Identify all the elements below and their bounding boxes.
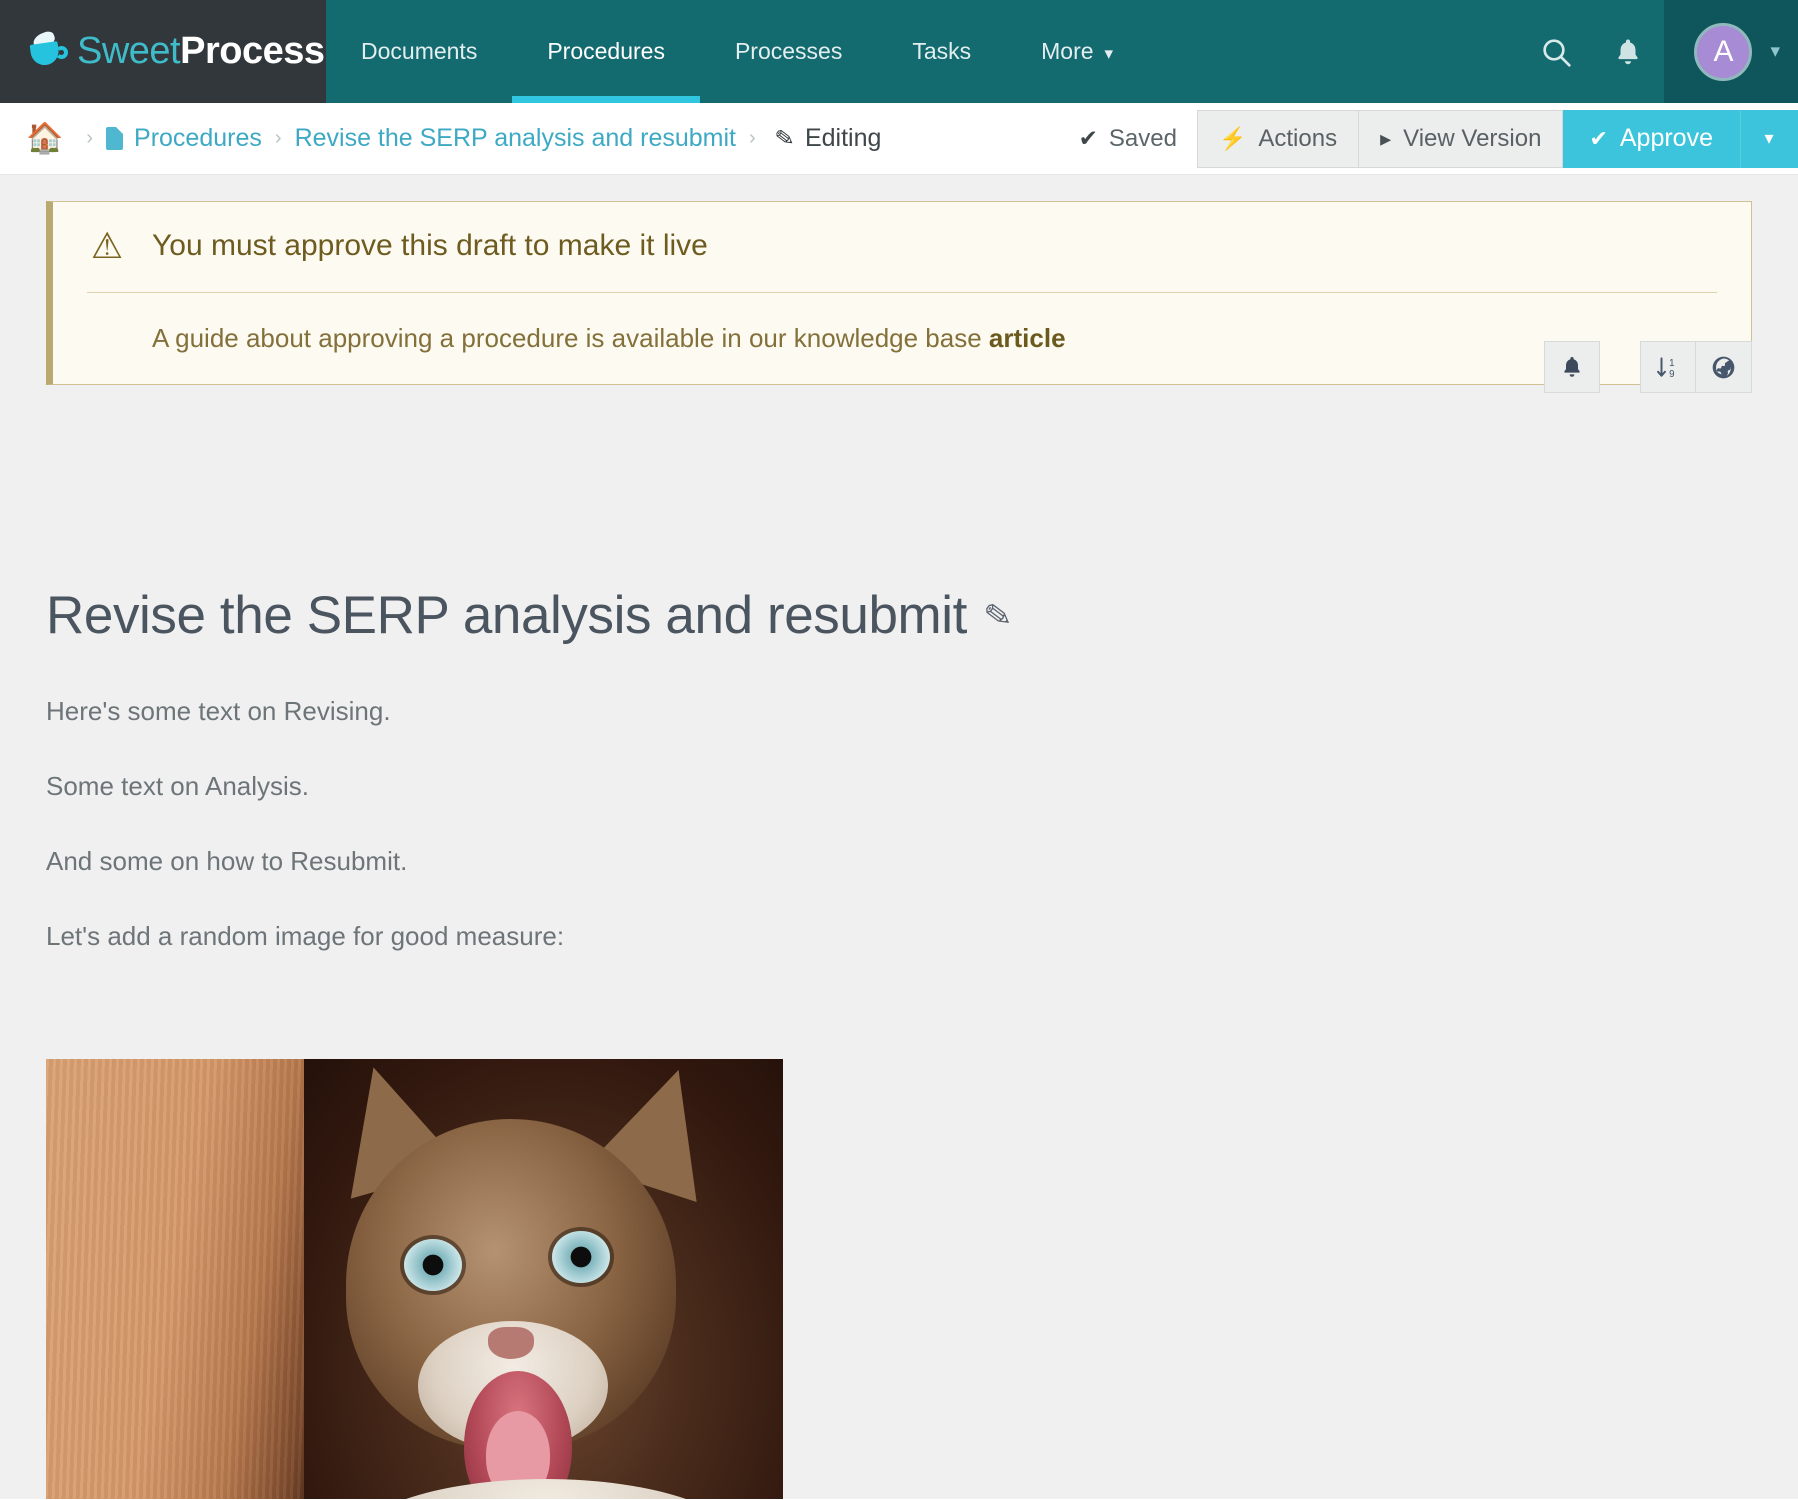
- page-body: ⚠ You must approve this draft to make it…: [0, 175, 1798, 1499]
- paragraph: Here's some text on Revising.: [46, 696, 391, 726]
- pencil-icon[interactable]: ✎: [981, 594, 1014, 636]
- chevron-down-icon: ▾: [1104, 43, 1114, 63]
- home-icon[interactable]: 🏠: [16, 123, 73, 154]
- approve-draft-alert: ⚠ You must approve this draft to make it…: [46, 201, 1752, 385]
- view-version-label: View Version: [1403, 124, 1542, 152]
- paragraph: Let's add a random image for good measur…: [46, 921, 565, 951]
- follow-bell-button[interactable]: [1544, 341, 1600, 393]
- kitten-photo: Thinkstock: [46, 1059, 783, 1499]
- nav-label: Tasks: [912, 38, 972, 64]
- document-action-bar: ✔ Saved ⚡ Actions ▸ View Version ✔ Appro…: [1059, 103, 1798, 174]
- warning-triangle-icon: ⚠: [90, 225, 124, 266]
- sort-numeric-icon[interactable]: 1 9: [1640, 341, 1696, 393]
- pencil-icon: ✎: [772, 123, 796, 153]
- page-title-text: Revise the SERP analysis and resubmit: [46, 586, 968, 645]
- globe-icon[interactable]: [1696, 341, 1752, 393]
- breadcrumb-procedures-label: Procedures: [134, 124, 262, 152]
- caret-down-icon: ▾: [1764, 128, 1774, 148]
- lightning-bolt-icon: ⚡: [1218, 125, 1247, 151]
- paragraph: And some on how to Resubmit.: [46, 846, 408, 876]
- nav-item-more[interactable]: More ▾: [1006, 0, 1148, 103]
- alert-title: You must approve this draft to make it l…: [152, 229, 708, 262]
- brand-logo-link[interactable]: SweetProcess: [0, 0, 326, 103]
- breadcrumb-separator: ›: [274, 127, 282, 149]
- breadcrumb-separator: ›: [86, 127, 94, 149]
- brand-name-sweet: Sweet: [77, 30, 181, 72]
- actions-label: Actions: [1258, 124, 1338, 152]
- page-title: Revise the SERP analysis and resubmit ✎: [46, 585, 1798, 646]
- nav-item-tasks[interactable]: Tasks: [877, 0, 1006, 103]
- alert-body: A guide about approving a procedure is a…: [87, 293, 1717, 354]
- breadcrumb-document[interactable]: Revise the SERP analysis and resubmit: [295, 124, 736, 153]
- document-icon: [106, 127, 124, 150]
- editing-label: Editing: [804, 124, 882, 152]
- nav-item-processes[interactable]: Processes: [700, 0, 877, 103]
- nav-item-documents[interactable]: Documents: [326, 0, 512, 103]
- check-icon: ✔: [1589, 125, 1608, 151]
- search-icon[interactable]: [1520, 36, 1592, 68]
- top-navbar: SweetProcess Documents Procedures Proces…: [0, 0, 1798, 103]
- knowledge-base-article-link[interactable]: article: [989, 323, 1066, 353]
- view-version-button[interactable]: ▸ View Version: [1359, 109, 1564, 168]
- actions-button[interactable]: ⚡ Actions: [1196, 109, 1360, 168]
- check-icon: ✔: [1078, 125, 1098, 151]
- user-menu[interactable]: A ▾: [1664, 0, 1798, 103]
- alert-header: ⚠ You must approve this draft to make it…: [87, 228, 1717, 293]
- breadcrumb-procedures[interactable]: Procedures: [106, 124, 262, 153]
- brand-wordmark: SweetProcess: [77, 30, 325, 73]
- approve-button[interactable]: ✔ Approve: [1563, 109, 1740, 168]
- chevron-down-icon: ▾: [1770, 41, 1780, 62]
- breadcrumb-separator: ›: [748, 127, 756, 149]
- editing-status: ✎ Editing: [772, 123, 882, 153]
- nav-label: More: [1041, 38, 1094, 64]
- coffee-cup-icon: [25, 29, 71, 75]
- nav-item-procedures[interactable]: Procedures: [512, 0, 700, 103]
- nav-label: Processes: [734, 38, 843, 64]
- alert-body-text: A guide about approving a procedure is a…: [152, 323, 989, 353]
- document-tool-icons: 1 9: [1544, 341, 1752, 393]
- avatar: A: [1694, 22, 1753, 81]
- approve-dropdown-toggle[interactable]: ▾: [1740, 109, 1798, 168]
- nav-right-group: A ▾: [1520, 0, 1798, 103]
- paragraph: Some text on Analysis.: [46, 771, 310, 801]
- saved-status: ✔ Saved: [1059, 103, 1197, 174]
- play-triangle-icon: ▸: [1380, 125, 1392, 151]
- svg-text:9: 9: [1669, 369, 1674, 380]
- primary-nav: Documents Procedures Processes Tasks Mor…: [326, 0, 1798, 103]
- action-button-group: ⚡ Actions ▸ View Version ✔ Approve ▾: [1196, 109, 1798, 168]
- view-mode-group: 1 9: [1640, 341, 1752, 393]
- nav-label: Procedures: [547, 38, 665, 64]
- brand-name-process: Process: [180, 30, 325, 72]
- bell-icon[interactable]: [1592, 36, 1664, 68]
- saved-label: Saved: [1108, 124, 1177, 152]
- approve-label: Approve: [1619, 124, 1713, 152]
- nav-label: Documents: [361, 38, 478, 64]
- breadcrumb-bar: 🏠 › Procedures › Revise the SERP analysi…: [0, 103, 1798, 283]
- svg-text:1: 1: [1669, 358, 1674, 369]
